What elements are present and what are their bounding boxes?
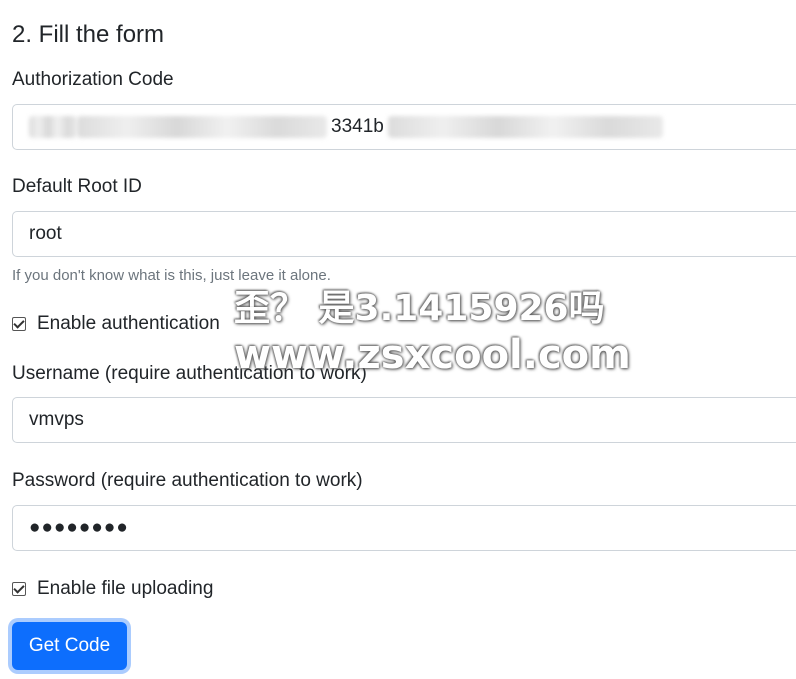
step-heading: 2. Fill the form [12,21,165,48]
username-label: Username (require authentication to work… [12,363,367,384]
enable-authentication-label: Enable authentication [37,313,220,334]
redacted-code-left [29,116,77,138]
redacted-code-right [387,116,663,138]
password-label: Password (require authentication to work… [12,470,363,491]
password-input[interactable]: ●●●●●●●● [12,505,796,551]
enable-authentication-checkbox[interactable] [12,317,26,331]
enable-file-uploading-row[interactable]: Enable file uploading [12,577,213,601]
root-id-help-text: If you don't know what is this, just lea… [12,267,331,284]
authorization-code-label: Authorization Code [12,69,174,90]
enable-file-uploading-label: Enable file uploading [37,578,214,599]
enable-file-uploading-checkbox[interactable] [12,582,26,596]
authorization-code-fragment: 3341b [331,116,384,137]
redacted-code-middle [77,116,327,138]
root-id-input[interactable] [12,211,796,257]
enable-authentication-row[interactable]: Enable authentication [12,312,220,336]
watermark-line-1: 歪？ 是3.1415926吗 [234,288,605,329]
username-input[interactable] [12,397,796,443]
get-code-button[interactable]: Get Code [12,622,127,670]
root-id-label: Default Root ID [12,176,142,197]
authorization-code-input[interactable]: 3341b [12,104,796,150]
